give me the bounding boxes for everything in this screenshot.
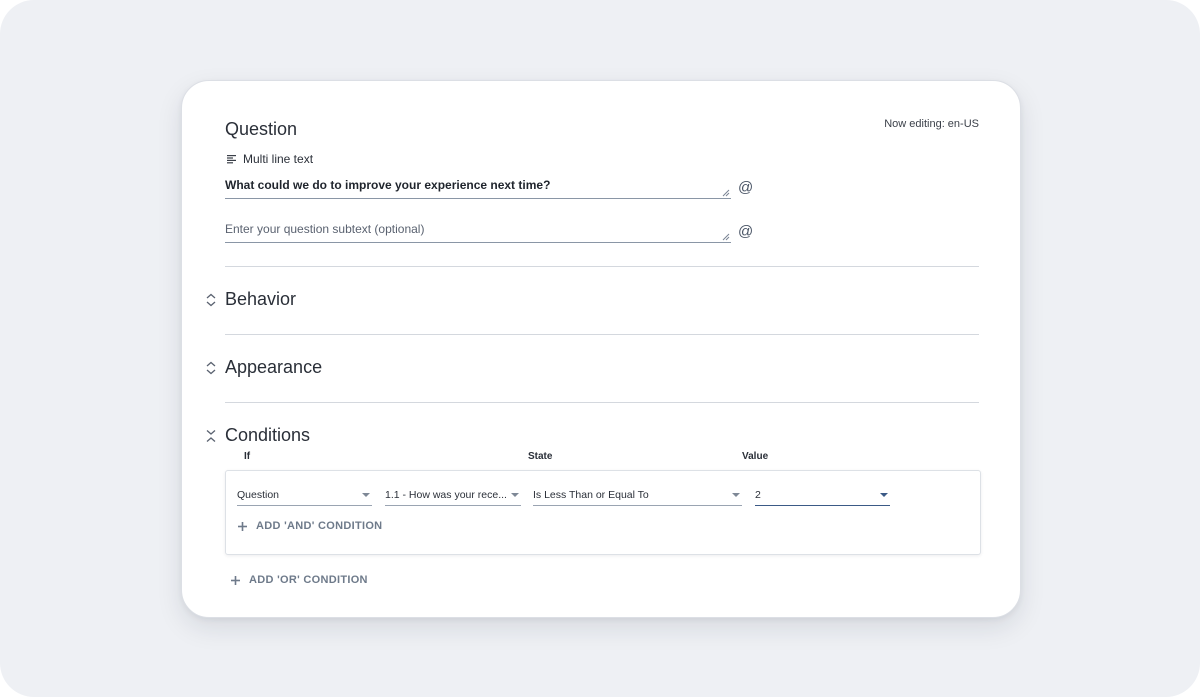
add-or-condition-label: ADD 'OR' CONDITION — [249, 574, 368, 586]
question-heading: Question — [225, 119, 298, 139]
chevron-down-icon — [511, 493, 519, 497]
condition-question-select[interactable]: 1.1 - How was your rece... — [385, 488, 521, 506]
section-divider — [225, 334, 979, 335]
condition-value-select[interactable]: 2 — [755, 488, 890, 506]
now-editing-locale: Now editing: en-US — [884, 118, 979, 130]
resize-grip-icon[interactable] — [722, 189, 730, 197]
question-subtext-field[interactable]: Enter your question subtext (optional) — [225, 222, 731, 243]
plus-icon — [231, 575, 240, 585]
add-or-condition-button[interactable]: ADD 'OR' CONDITION — [231, 574, 368, 586]
if-column-header: If — [244, 451, 251, 462]
chevron-down-icon — [732, 493, 740, 497]
chevron-down-icon — [362, 493, 370, 497]
conditions-section-header[interactable]: Conditions — [204, 425, 310, 446]
plus-icon — [238, 521, 247, 531]
condition-source-select[interactable]: Question — [237, 488, 372, 506]
conditions-section-title: Conditions — [225, 425, 311, 445]
chevron-down-icon — [880, 493, 888, 497]
condition-question-value: 1.1 - How was your rece... — [385, 489, 507, 501]
question-text-field[interactable]: What could we do to improve your experie… — [225, 178, 731, 199]
appearance-section-title: Appearance — [225, 357, 323, 377]
page-background: Question Now editing: en-US Multi line t… — [0, 0, 1200, 697]
question-text-value: What could we do to improve your experie… — [225, 178, 551, 192]
condition-source-value: Question — [237, 489, 280, 501]
expand-chevrons-icon — [206, 361, 216, 374]
condition-state-select[interactable]: Is Less Than or Equal To — [533, 488, 742, 506]
question-editor-card: Question Now editing: en-US Multi line t… — [181, 80, 1021, 618]
question-type-label: Multi line text — [243, 152, 314, 166]
add-and-condition-label: ADD 'AND' CONDITION — [256, 520, 383, 532]
resize-grip-icon[interactable] — [722, 233, 730, 241]
condition-state-value: Is Less Than or Equal To — [533, 489, 649, 501]
and-condition-group: Question 1.1 - How was your rece... Is L… — [225, 470, 981, 555]
state-column-header: State — [528, 451, 553, 462]
question-type: Multi line text — [226, 152, 313, 166]
insert-variable-icon[interactable]: @ — [738, 179, 753, 196]
behavior-section-title: Behavior — [225, 289, 297, 309]
text-lines-icon — [227, 155, 236, 164]
add-and-condition-button[interactable]: ADD 'AND' CONDITION — [238, 520, 382, 532]
value-column-header: Value — [742, 451, 769, 462]
section-divider — [225, 266, 979, 267]
subtext-placeholder: Enter your question subtext (optional) — [225, 222, 425, 236]
condition-value-value: 2 — [755, 489, 761, 501]
insert-variable-icon[interactable]: @ — [738, 223, 753, 240]
expand-chevrons-icon — [206, 293, 216, 306]
section-divider — [225, 402, 979, 403]
collapse-chevrons-icon — [206, 429, 216, 442]
behavior-section-header[interactable]: Behavior — [204, 289, 296, 310]
appearance-section-header[interactable]: Appearance — [204, 357, 322, 378]
